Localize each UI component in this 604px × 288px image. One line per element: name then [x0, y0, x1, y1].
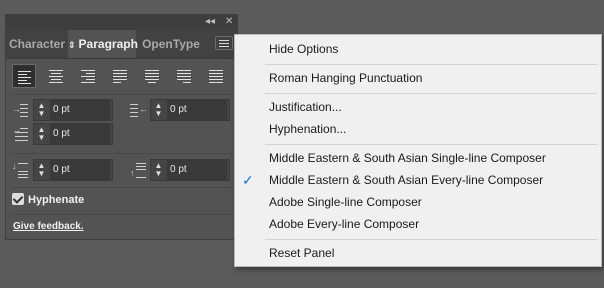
- tab-label: Character: [8, 37, 66, 51]
- hamburger-line: [219, 40, 229, 41]
- justify-all-button[interactable]: [204, 64, 228, 88]
- left-indent-value[interactable]: 0 pt: [50, 100, 110, 120]
- menu-item-adobe-single-line-composer[interactable]: Adobe Single-line Composer: [235, 191, 601, 213]
- menu-item-roman-hanging-punctuation[interactable]: Roman Hanging Punctuation: [235, 67, 601, 89]
- panel-flyout-menu: Hide Options Roman Hanging Punctuation J…: [234, 34, 602, 267]
- menu-item-label: Hyphenation...: [269, 122, 347, 136]
- left-indent-icon: →: [12, 102, 28, 118]
- close-icon[interactable]: ✕: [225, 16, 233, 28]
- paragraph-panel: ◂◂ ✕ Character ⇕ Paragraph OpenType → ▲ …: [5, 14, 238, 240]
- menu-separator: [265, 144, 597, 145]
- stepper-icon[interactable]: ▲ ▼: [36, 102, 47, 118]
- align-left-button[interactable]: [12, 64, 36, 88]
- menu-item-me-single-line-composer[interactable]: Middle Eastern & South Asian Single-line…: [235, 147, 601, 169]
- menu-item-label: Middle Eastern & South Asian Single-line…: [269, 151, 546, 165]
- divider: [11, 94, 232, 95]
- first-line-indent-field[interactable]: ▲ ▼ 0 pt: [33, 123, 113, 145]
- space-after-icon: ↑: [130, 162, 146, 178]
- stepper-icon[interactable]: ▲ ▼: [153, 162, 164, 178]
- updown-arrows-icon: ⇕: [68, 40, 76, 50]
- first-line-indent-icon: →: [12, 126, 28, 142]
- menu-item-label: Hide Options: [269, 42, 339, 56]
- tab-label: OpenType: [142, 37, 200, 51]
- first-line-indent-value[interactable]: 0 pt: [50, 124, 110, 144]
- give-feedback-link[interactable]: Give feedback.: [13, 221, 84, 232]
- menu-item-label: Roman Hanging Punctuation: [269, 71, 423, 85]
- menu-item-label: Adobe Every-line Composer: [269, 217, 420, 231]
- tab-opentype[interactable]: OpenType: [136, 30, 206, 58]
- menu-item-hyphenation[interactable]: Hyphenation...: [235, 118, 601, 140]
- menu-item-label: Justification...: [269, 100, 342, 114]
- tab-character[interactable]: Character: [6, 30, 68, 58]
- divider: [11, 187, 232, 188]
- menu-item-me-every-line-composer[interactable]: ✓ Middle Eastern & South Asian Every-lin…: [235, 169, 601, 191]
- right-indent-field[interactable]: ▲ ▼ 0 pt: [150, 99, 230, 121]
- justify-last-left-button[interactable]: [108, 64, 132, 88]
- panel-titlebar[interactable]: ◂◂ ✕: [6, 15, 237, 30]
- align-center-button[interactable]: [44, 64, 68, 88]
- checkmark-icon: ✓: [242, 172, 254, 188]
- divider: [11, 153, 232, 154]
- hamburger-line: [219, 46, 229, 47]
- hamburger-line: [219, 43, 229, 44]
- divider: [11, 214, 232, 215]
- stepper-icon[interactable]: ▲ ▼: [153, 102, 164, 118]
- alignment-buttons: [12, 64, 231, 88]
- menu-separator: [265, 64, 597, 65]
- tab-label: Paragraph: [78, 37, 138, 51]
- checkbox-checked-icon[interactable]: [12, 193, 24, 205]
- justify-last-center-button[interactable]: [140, 64, 164, 88]
- space-before-value[interactable]: 0 pt: [50, 160, 110, 180]
- menu-item-label: Reset Panel: [269, 246, 335, 260]
- menu-separator: [265, 239, 597, 240]
- menu-item-label: Adobe Single-line Composer: [269, 195, 422, 209]
- panel-menu-button[interactable]: [215, 36, 233, 50]
- menu-separator: [265, 93, 597, 94]
- tab-paragraph[interactable]: ⇕ Paragraph: [68, 30, 138, 58]
- double-chevron-icon[interactable]: ◂◂: [205, 16, 215, 28]
- right-indent-value[interactable]: 0 pt: [167, 100, 227, 120]
- stepper-icon[interactable]: ▲ ▼: [36, 126, 47, 142]
- align-right-button[interactable]: [76, 64, 100, 88]
- menu-item-adobe-every-line-composer[interactable]: Adobe Every-line Composer: [235, 213, 601, 235]
- space-after-field[interactable]: ▲ ▼ 0 pt: [150, 159, 230, 181]
- menu-item-label: Middle Eastern & South Asian Every-line …: [269, 173, 544, 187]
- justify-last-right-button[interactable]: [172, 64, 196, 88]
- menu-item-justification[interactable]: Justification...: [235, 96, 601, 118]
- menu-item-reset-panel[interactable]: Reset Panel: [235, 242, 601, 264]
- space-after-value[interactable]: 0 pt: [167, 160, 227, 180]
- right-indent-icon: ←: [130, 102, 148, 118]
- left-indent-field[interactable]: ▲ ▼ 0 pt: [33, 99, 113, 121]
- space-before-icon: ↓: [12, 162, 28, 178]
- hyphenate-label: Hyphenate: [28, 194, 85, 206]
- space-before-field[interactable]: ▲ ▼ 0 pt: [33, 159, 113, 181]
- stepper-icon[interactable]: ▲ ▼: [36, 162, 47, 178]
- panel-tabs: Character ⇕ Paragraph OpenType: [6, 30, 237, 59]
- menu-item-hide-options[interactable]: Hide Options: [235, 38, 601, 60]
- hyphenate-checkbox[interactable]: Hyphenate: [12, 191, 84, 209]
